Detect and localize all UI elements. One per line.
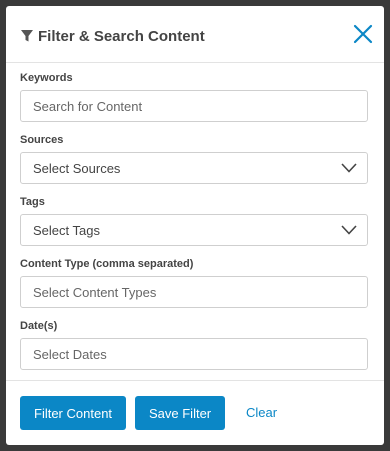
content-type-label: Content Type (comma separated) [20,258,194,270]
keywords-label: Keywords [20,72,73,84]
dates-input[interactable] [21,339,367,369]
dates-label: Date(s) [20,320,58,332]
filter-icon [20,29,34,43]
close-button[interactable] [352,23,374,45]
modal-header: Filter & Search Content [6,6,384,63]
dates-field [20,338,368,370]
clear-link[interactable]: Clear [246,405,277,420]
content-type-input[interactable] [21,277,367,307]
filter-content-button[interactable]: Filter Content [20,396,127,430]
tags-select-value: Select Tags [33,223,100,238]
save-filter-button[interactable]: Save Filter [135,396,226,430]
tags-select[interactable]: Select Tags [20,214,368,246]
keywords-input[interactable] [21,91,367,121]
content-type-field [20,276,368,308]
modal-title: Filter & Search Content [38,27,205,45]
modal-footer: Filter Content Save Filter Clear [6,380,384,445]
close-icon [353,24,373,44]
tags-label: Tags [20,196,45,208]
sources-label: Sources [20,134,64,146]
sources-select-value: Select Sources [33,161,121,176]
keywords-field [20,90,368,122]
modal-title-group: Filter & Search Content [20,26,205,46]
sources-select[interactable]: Select Sources [20,152,368,184]
filter-search-modal: Filter & Search Content Keywords Sources… [6,6,384,445]
chevron-down-icon [341,225,357,235]
chevron-down-icon [341,163,357,173]
